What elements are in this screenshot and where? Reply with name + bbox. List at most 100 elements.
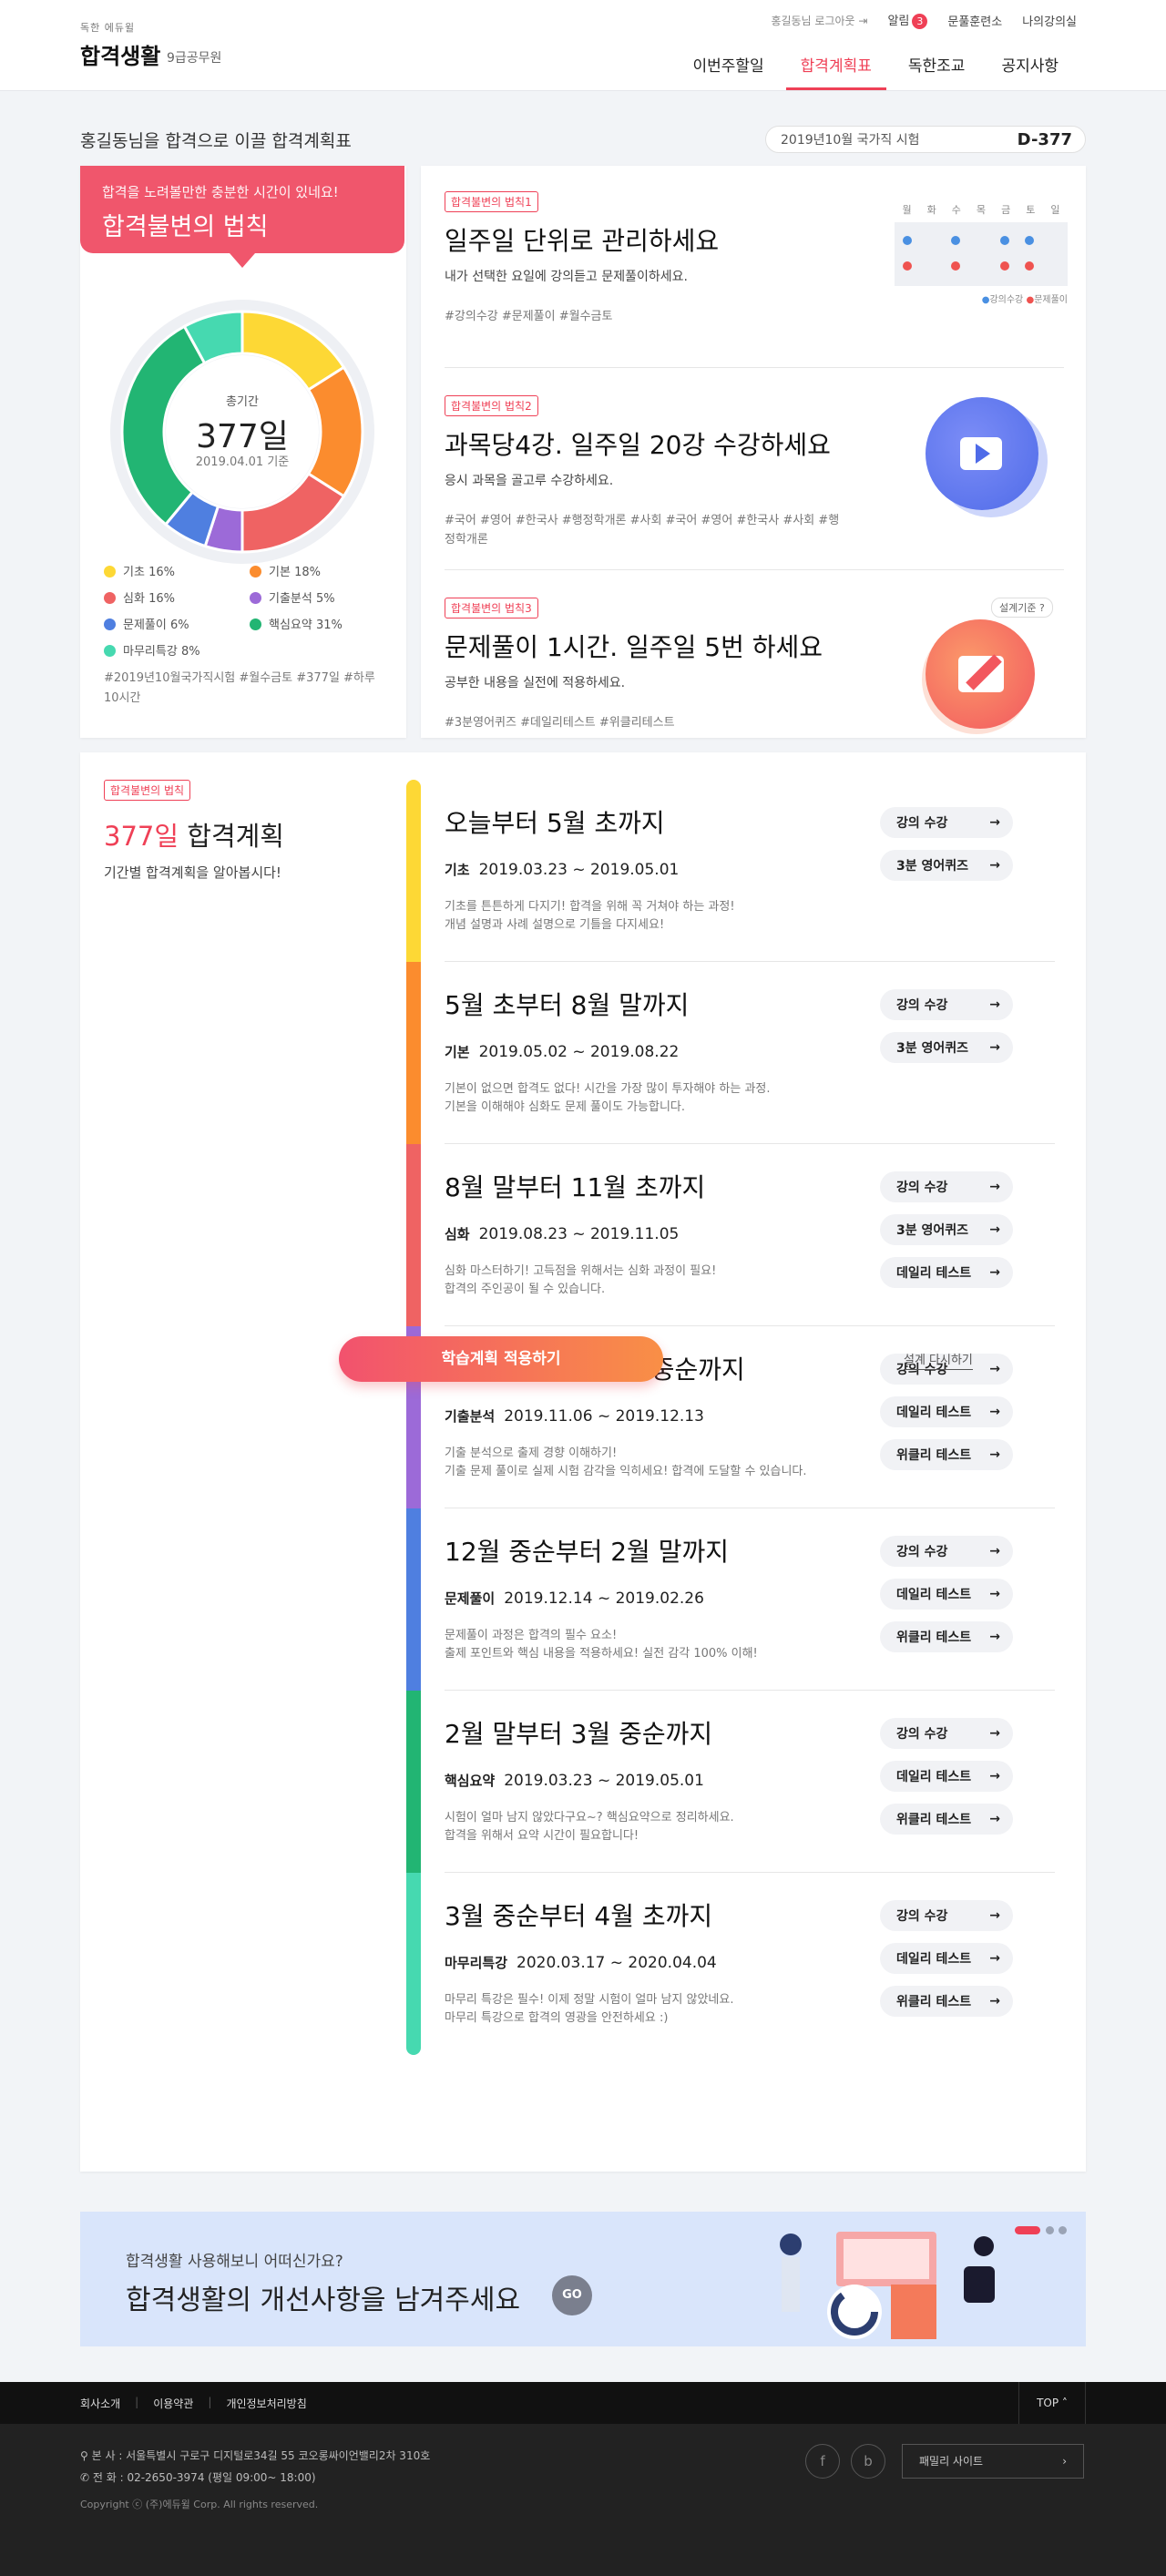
stage-action-button[interactable]: 3분 영어퀴즈 → <box>880 1214 1013 1245</box>
rule-hash: #강의수강 #문제풀이 #월수금토 <box>445 310 613 323</box>
alarm-link[interactable]: 알림 3 <box>887 11 928 29</box>
legend-pct: 6% <box>169 618 189 632</box>
rule-tag: 합격불변의 법칙2 <box>445 395 538 416</box>
setting-basis-button[interactable]: 설계기준 ? <box>991 598 1053 618</box>
plan-card: 합격불변의 법칙 377일 합격계획 기간별 합격계획을 알아봅시다! 오늘부터… <box>80 752 1086 2172</box>
stage-5: 2월 말부터 3월 중순까지 핵심요약 2019.03.23 ~ 2019.05.… <box>406 1691 1055 1873</box>
qna-link[interactable]: 문풀훈련소 <box>947 12 1002 29</box>
weekday-label: 토 <box>1026 204 1036 216</box>
rule-3: 합격불변의 법칙3 문제풀이 1시간. 일주일 5번 하세요 공부한 내용을 실… <box>445 570 1064 772</box>
stage-desc: 문제풀이 과정은 합격의 필수 요소! 출제 포인트와 핵심 내용을 적용하세요!… <box>445 1629 758 1661</box>
rules-card: 합격불변의 법칙1 일주일 단위로 관리하세요 내가 선택한 요일에 강의듣고 … <box>421 166 1086 738</box>
footer-info: ⚲ 본 사 : 서울특별시 구로구 디지털로34길 55 코오롱싸이언밸리2차 … <box>0 2424 1166 2576</box>
stage-bar <box>406 962 421 1144</box>
stage-action-button[interactable]: 위클리 테스트 → <box>880 1986 1013 2017</box>
law-card: 합격을 노려볼만한 충분한 시간이 있네요! 합격불변의 법칙 총기간 377일… <box>80 166 406 738</box>
stage-action-button[interactable]: 위클리 테스트 → <box>880 1804 1013 1835</box>
legend-dot <box>104 566 116 578</box>
stage-action-button[interactable]: 데일리 테스트 → <box>880 1396 1013 1427</box>
legend-name: 기초 <box>123 566 145 579</box>
stage-period: 기초 2019.03.23 ~ 2019.05.01 <box>445 861 680 879</box>
logo[interactable]: 합격생활 <box>80 38 160 70</box>
stage-bar <box>406 780 421 962</box>
legend-dot <box>250 592 261 604</box>
stage-action-button[interactable]: 데일리 테스트 → <box>880 1943 1013 1974</box>
facebook-icon[interactable]: f <box>805 2444 840 2479</box>
stage-desc: 기본이 없으면 합격도 없다! 시간을 가장 많이 투자해야 하는 과정. 기본을… <box>445 1082 771 1114</box>
page-title: 홍길동님을 합격으로 이끌 합격계획표 <box>80 131 352 151</box>
slide-dot[interactable] <box>1059 2226 1067 2234</box>
stage-action-button[interactable]: 3분 영어퀴즈 → <box>880 1032 1013 1063</box>
weekday-label: 화 <box>926 204 936 216</box>
stage-desc: 마무리 특강은 필수! 이제 정말 시험이 얼마 남지 않았네요. 마무리 특강으… <box>445 1993 734 2025</box>
logout-link[interactable]: 홍길동님 로그아웃 ⇥ <box>771 13 867 28</box>
stage-action-button[interactable]: 강의 수강 → <box>880 807 1013 838</box>
go-button[interactable]: GO <box>552 2275 592 2315</box>
stage-action-button[interactable]: 강의 수강 → <box>880 1171 1013 1202</box>
law-sub: 합격을 노려볼만한 충분한 시간이 있네요! <box>102 184 339 200</box>
exam-name: 2019년10월 국가직 시험 <box>781 133 920 148</box>
legend-name: 문제풀이 <box>123 618 167 632</box>
legend-item: 기출분석 5% <box>250 588 395 606</box>
stage-period: 기본 2019.05.02 ~ 2019.08.22 <box>445 1043 680 1061</box>
rule-hash: #3분영어퀴즈 #데일리테스트 #위클리테스트 <box>445 716 675 730</box>
legend-dot <box>104 618 116 630</box>
stage-4: 12월 중순부터 2월 말까지 문제풀이 2019.12.14 ~ 2019.02… <box>406 1508 1055 1691</box>
stage-action-button[interactable]: 강의 수강 → <box>880 1536 1013 1567</box>
stage-action-button[interactable]: 강의 수강 → <box>880 1900 1013 1931</box>
apply-plan-button[interactable]: 학습계획 적용하기 <box>339 1336 663 1382</box>
legend-pct: 5% <box>315 592 335 606</box>
stage-buttons: 강의 수강 → 3분 영어퀴즈 → 데일리 테스트 → <box>880 1171 1013 1300</box>
blog-icon[interactable]: b <box>851 2444 885 2479</box>
nav-item-tutor[interactable]: 독한조교 <box>890 42 984 90</box>
myroom-link[interactable]: 나의강의실 <box>1022 12 1077 29</box>
nav-item-plan[interactable]: 합격계획표 <box>782 42 890 90</box>
stage-bar <box>406 1691 421 1873</box>
legend-item: 기초 16% <box>104 562 250 579</box>
law-header: 합격을 노려볼만한 충분한 시간이 있네요! 합격불변의 법칙 <box>80 166 404 268</box>
footer-link-terms[interactable]: 이용약관 <box>153 2396 193 2411</box>
stage-action-button[interactable]: 데일리 테스트 → <box>880 1257 1013 1288</box>
pencil-icon <box>926 619 1035 729</box>
nav-item-week[interactable]: 이번주할일 <box>674 42 782 90</box>
dday-box: 2019년10월 국가직 시험 D-377 <box>765 126 1086 153</box>
footer-link-privacy[interactable]: 개인정보처리방침 <box>226 2396 306 2411</box>
rule-1: 합격불변의 법칙1 일주일 단위로 관리하세요 내가 선택한 요일에 강의듣고 … <box>445 166 1068 368</box>
stage-desc: 시험이 얼마 남지 않았다구요~? 핵심요약으로 정리하세요. 합격을 위해서 요… <box>445 1811 734 1843</box>
weekday-label: 월 <box>902 204 912 216</box>
stage-action-button[interactable]: 데일리 테스트 → <box>880 1761 1013 1792</box>
video-icon <box>926 397 1038 510</box>
stage-action-button[interactable]: 3분 영어퀴즈 → <box>880 850 1013 881</box>
total-label: 총기간 <box>226 395 259 409</box>
stage-buttons: 강의 수강 → 3분 영어퀴즈 → <box>880 989 1013 1075</box>
stage-action-button[interactable]: 위클리 테스트 → <box>880 1621 1013 1652</box>
stage-heading: 오늘부터 5월 초까지 <box>445 808 665 838</box>
top-button[interactable]: TOP ˄ <box>1018 2382 1086 2424</box>
stage-action-button[interactable]: 강의 수강 → <box>880 1718 1013 1749</box>
base-date: 2019.04.01 기준 <box>195 455 290 469</box>
stage-heading: 8월 말부터 11월 초까지 <box>445 1172 706 1202</box>
nav-item-notice[interactable]: 공지사항 <box>983 42 1077 90</box>
stage-heading: 12월 중순부터 2월 말까지 <box>445 1537 729 1567</box>
stage-buttons: 강의 수강 → 3분 영어퀴즈 → <box>880 807 1013 893</box>
family-site-select[interactable]: 패밀리 사이트 › <box>902 2444 1084 2479</box>
stage-action-button[interactable]: 강의 수강 → <box>880 989 1013 1020</box>
stage-action-button[interactable]: 위클리 테스트 → <box>880 1439 1013 1470</box>
week-grid <box>895 222 1068 286</box>
legend-pct: 16% <box>148 566 175 579</box>
legend-dot <box>104 645 116 657</box>
stage-desc: 심화 마스터하기! 고득점을 위해서는 심화 과정이 필요! 합격의 주인공이 될… <box>445 1264 717 1296</box>
legend-item: 핵심요약 31% <box>250 615 395 632</box>
slide-dot[interactable] <box>1046 2226 1054 2234</box>
slide-dot-active[interactable] <box>1015 2226 1040 2234</box>
stage-action-button[interactable]: 데일리 테스트 → <box>880 1579 1013 1610</box>
stage-period: 심화 2019.08.23 ~ 2019.11.05 <box>445 1225 680 1243</box>
footer-link-company[interactable]: 회사소개 <box>80 2396 120 2411</box>
banner-title: 합격생활의 개선사항을 남겨주세요 <box>126 2285 521 2316</box>
donut-chart: 총기간 377일 2019.04.01 기준 <box>106 295 379 568</box>
legend-pct: 8% <box>180 645 200 659</box>
reset-plan-link[interactable]: 설계 다시하기 <box>904 1350 973 1370</box>
plan-sub: 기간별 합격계획을 알아봅시다! <box>104 864 281 881</box>
feedback-banner[interactable]: 합격생활 사용해보니 어떠신가요? 합격생활의 개선사항을 남겨주세요 GO <box>80 2212 1086 2346</box>
stage-bar <box>406 1873 421 2055</box>
